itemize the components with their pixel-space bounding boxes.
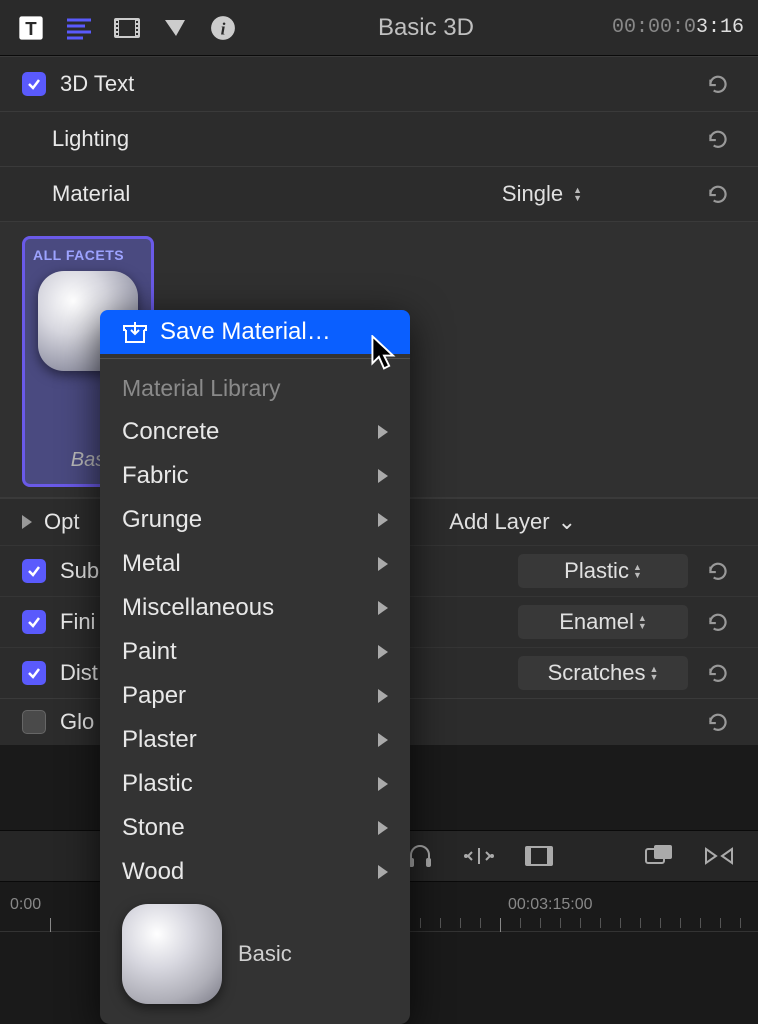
submenu-arrow-icon <box>378 645 388 659</box>
loop-icon[interactable] <box>704 845 734 867</box>
section-material: Material Single ▲▼ <box>0 167 758 222</box>
second-display-icon[interactable] <box>644 843 674 869</box>
submenu-arrow-icon <box>378 557 388 571</box>
video-tab-icon[interactable] <box>110 14 144 42</box>
timecode-active: 3:16 <box>696 16 744 39</box>
checkbox-substance[interactable] <box>22 559 46 583</box>
save-icon <box>122 320 148 344</box>
disclosure-triangle-icon[interactable] <box>22 515 32 529</box>
inspector-header: T i Basic 3D 00:00:03:16 <box>0 0 758 56</box>
reset-button[interactable] <box>700 658 736 688</box>
reset-button[interactable] <box>700 179 736 209</box>
timecode-display: 00:00:03:16 <box>612 16 744 39</box>
finish-value-dropdown[interactable]: Enamel ▲▼ <box>518 605 688 639</box>
add-layer-label: Add Layer <box>449 509 549 535</box>
popup-cat-misc[interactable]: Miscellaneous <box>100 586 410 630</box>
stepper-icon: ▲▼ <box>638 614 647 630</box>
popup-basic-row[interactable]: Basic <box>100 894 410 1008</box>
substance-value: Plastic <box>564 558 629 584</box>
popup-basic-label: Basic <box>238 941 292 967</box>
submenu-arrow-icon <box>378 821 388 835</box>
svg-text:T: T <box>25 18 37 39</box>
paragraph-tab-icon[interactable] <box>62 14 96 42</box>
checkbox-finish[interactable] <box>22 610 46 634</box>
text-tab-icon[interactable]: T <box>14 14 48 42</box>
submenu-arrow-icon <box>378 777 388 791</box>
popup-save-label: Save Material… <box>160 318 331 346</box>
material-popup-menu: Save Material… Material Library Concrete… <box>100 310 410 1024</box>
stepper-icon: ▲▼ <box>649 665 658 681</box>
submenu-arrow-icon <box>378 469 388 483</box>
film-icon[interactable] <box>524 844 554 868</box>
stepper-icon: ▲▼ <box>573 186 582 202</box>
popup-cat-concrete[interactable]: Concrete <box>100 410 410 454</box>
title-tab-icon[interactable] <box>158 14 192 42</box>
reset-button[interactable] <box>700 556 736 586</box>
submenu-arrow-icon <box>378 601 388 615</box>
popup-cat-stone[interactable]: Stone <box>100 806 410 850</box>
mouse-cursor-icon <box>370 335 398 377</box>
section-lighting[interactable]: Lighting <box>0 112 758 167</box>
inspector-title: Basic 3D <box>240 14 612 42</box>
finish-value: Enamel <box>559 609 634 635</box>
submenu-arrow-icon <box>378 689 388 703</box>
popup-cat-paper[interactable]: Paper <box>100 674 410 718</box>
stepper-icon: ▲▼ <box>633 563 642 579</box>
distress-value: Scratches <box>548 660 646 686</box>
popup-save-material[interactable]: Save Material… <box>100 310 410 354</box>
submenu-arrow-icon <box>378 733 388 747</box>
submenu-arrow-icon <box>378 513 388 527</box>
header-tab-icons: T i <box>14 14 240 42</box>
material-mode-value: Single <box>502 181 563 207</box>
section-3d-text: 3D Text <box>0 56 758 112</box>
popup-basic-preview <box>122 904 222 1004</box>
reset-button[interactable] <box>700 69 736 99</box>
popup-cat-paint[interactable]: Paint <box>100 630 410 674</box>
material-mode-dropdown[interactable]: Single ▲▼ <box>494 181 590 207</box>
info-tab-icon[interactable]: i <box>206 14 240 42</box>
popup-cat-metal[interactable]: Metal <box>100 542 410 586</box>
popup-cat-wood[interactable]: Wood <box>100 850 410 894</box>
svg-text:i: i <box>221 19 226 38</box>
reset-button[interactable] <box>700 707 736 737</box>
popup-divider <box>100 358 410 359</box>
reset-button[interactable] <box>700 607 736 637</box>
add-layer-dropdown[interactable]: Add Layer ⌄ <box>449 509 596 535</box>
timecode-inactive: 00:00:0 <box>612 16 696 39</box>
swatch-facet-label: ALL FACETS <box>33 247 143 263</box>
popup-cat-grunge[interactable]: Grunge <box>100 498 410 542</box>
popup-cat-fabric[interactable]: Fabric <box>100 454 410 498</box>
popup-cat-plastic[interactable]: Plastic <box>100 762 410 806</box>
checkbox-3d-text[interactable] <box>22 72 46 96</box>
chevron-down-icon: ⌄ <box>558 509 576 535</box>
popup-cat-plaster[interactable]: Plaster <box>100 718 410 762</box>
substance-value-dropdown[interactable]: Plastic ▲▼ <box>518 554 688 588</box>
section-label-lighting: Lighting <box>52 126 700 152</box>
section-label-material: Material <box>52 181 494 207</box>
reset-button[interactable] <box>700 124 736 154</box>
section-label-3d-text: 3D Text <box>60 71 700 97</box>
skimming-icon[interactable] <box>464 846 494 866</box>
popup-library-header: Material Library <box>100 363 410 410</box>
checkbox-glow[interactable] <box>22 710 46 734</box>
submenu-arrow-icon <box>378 425 388 439</box>
headphones-icon[interactable] <box>406 843 434 869</box>
checkbox-distress[interactable] <box>22 661 46 685</box>
submenu-arrow-icon <box>378 865 388 879</box>
distress-value-dropdown[interactable]: Scratches ▲▼ <box>518 656 688 690</box>
